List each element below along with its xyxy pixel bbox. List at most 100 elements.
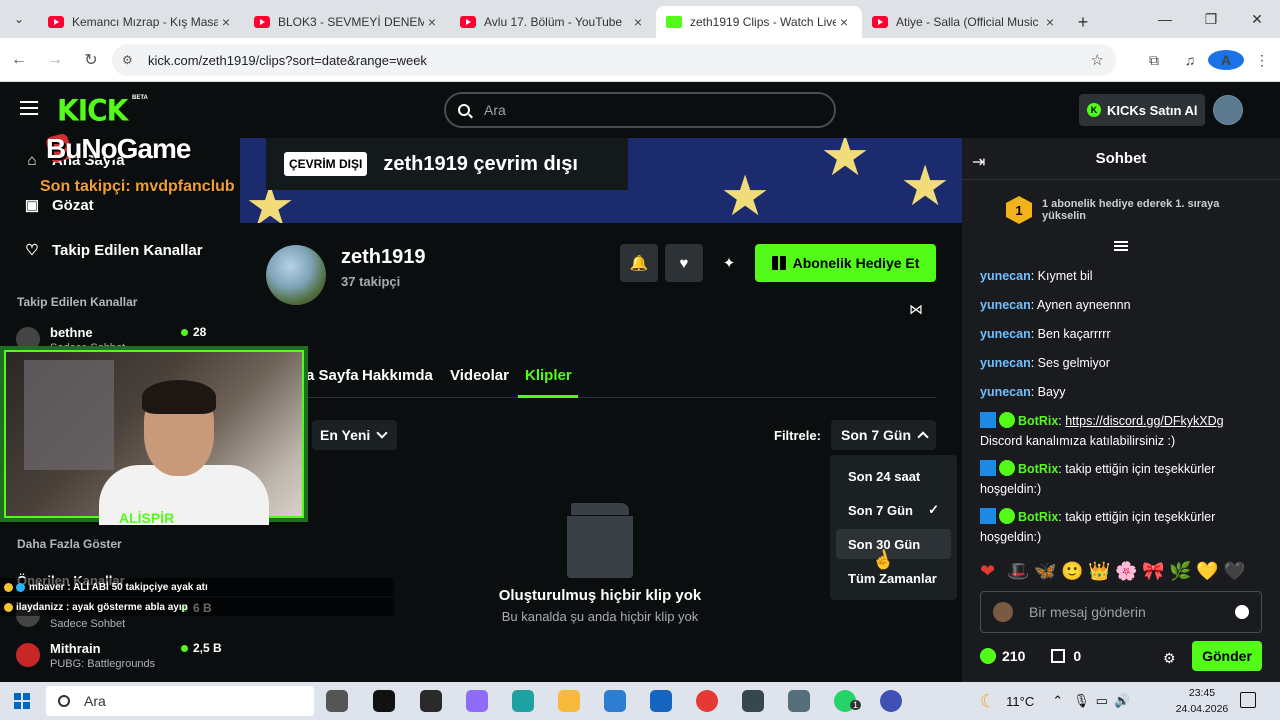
show-more-link[interactable]: Daha Fazla Göster — [17, 537, 122, 551]
filter-option-7d[interactable]: Son 7 Gün ✓ — [836, 495, 951, 525]
hamburger-menu-icon[interactable] — [20, 101, 38, 115]
forward-icon[interactable]: → — [38, 43, 72, 77]
share-icon[interactable]: ⋈ — [909, 301, 923, 318]
edge-icon[interactable] — [512, 690, 534, 712]
chat-message-input[interactable]: Bir mesaj gönderin — [980, 591, 1262, 633]
volume-icon[interactable]: 🔊 — [1114, 693, 1130, 709]
new-tab-button[interactable]: + — [1068, 6, 1098, 38]
emote-button[interactable]: 🎩 — [1007, 561, 1034, 582]
tab-about[interactable]: Hakkımda — [362, 367, 433, 384]
tab-search-chevron-icon[interactable]: ⌄ — [0, 0, 38, 38]
notification-bell-button[interactable]: 🔔 — [620, 244, 658, 282]
sidebar-channel[interactable]: Mithrain PUBG: Battlegrounds 2,5 B — [16, 641, 222, 670]
copilot-icon[interactable] — [466, 690, 488, 712]
browser-tab[interactable]: Avlu 17. Bölüm - YouTube × — [450, 6, 656, 38]
browser-tab[interactable]: BLOK3 - SEVMEYİ DENEMEDİN × — [244, 6, 450, 38]
user-avatar[interactable] — [1213, 95, 1243, 125]
tab-clips[interactable]: Klipler — [525, 367, 572, 384]
sparkle-button[interactable]: ✦ — [710, 244, 748, 282]
close-icon[interactable]: × — [218, 14, 234, 30]
media-icon[interactable]: ♫ — [1172, 52, 1208, 68]
buy-kicks-button[interactable]: K KICKs Satın Al — [1079, 94, 1205, 126]
emote-button[interactable]: 🦋 — [1034, 561, 1061, 582]
clock-app-icon[interactable] — [742, 690, 764, 712]
emoji-picker-icon[interactable] — [1235, 605, 1249, 619]
restore-icon[interactable]: ❐ — [1188, 0, 1234, 38]
follow-button[interactable]: ♥ — [665, 244, 703, 282]
outlook-icon[interactable] — [650, 690, 672, 712]
chrome-icon[interactable] — [696, 690, 718, 712]
emote-button[interactable]: 🌸 — [1115, 561, 1142, 582]
clock[interactable]: 23:45 24.04.2026 — [1174, 685, 1230, 717]
chat-message: BotRix: takip ettiğin için teşekkürler h… — [980, 460, 1216, 496]
emote-button[interactable]: 🎀 — [1142, 561, 1169, 582]
calculator-icon[interactable] — [788, 690, 810, 712]
tray-chevron-icon[interactable]: ⌃ — [1052, 693, 1063, 709]
close-icon[interactable]: × — [630, 14, 646, 30]
emote-button[interactable]: 🖤 — [1223, 561, 1250, 582]
emote-button[interactable]: 👑 — [1088, 561, 1115, 582]
user-badge-icon — [993, 602, 1013, 622]
network-icon[interactable]: ▭ — [1096, 693, 1108, 709]
viewer-count: 2,5 B — [181, 641, 222, 655]
emote-button[interactable]: 🙂 — [1061, 561, 1088, 582]
sidebar-item-following[interactable]: ♡ Takip Edilen Kanallar — [22, 240, 202, 260]
back-icon[interactable]: ← — [2, 43, 36, 77]
discord-link[interactable]: https://discord.gg/DFkykXDg — [1065, 414, 1223, 428]
browser-tab[interactable]: Kemancı Mızrap - Kış Masalı × — [38, 6, 244, 38]
follower-count: 37 takipçi — [341, 274, 401, 289]
search-input[interactable]: Ara — [444, 92, 836, 128]
close-icon[interactable]: × — [424, 14, 440, 30]
lootbox-icon[interactable] — [1051, 649, 1066, 663]
filter-dropdown[interactable]: Son 7 Gün — [831, 420, 936, 450]
epic-games-icon[interactable] — [420, 690, 442, 712]
offline-badge: ÇEVRİM DIŞI — [284, 152, 368, 176]
filter-option-30d[interactable]: Son 30 Gün — [836, 529, 951, 559]
gift-subscription-button[interactable]: Abonelik Hediye Et — [755, 244, 936, 282]
heart-icon: ♡ — [25, 242, 39, 259]
gear-icon[interactable]: ⚙ — [1163, 650, 1176, 667]
browser-tab[interactable]: Atiye - Salla (Official Music Video) × — [862, 6, 1068, 38]
channel-points-icon[interactable] — [980, 648, 996, 664]
menu-icon[interactable]: ⋮ — [1244, 52, 1280, 69]
microphone-icon[interactable]: 🎙 — [1073, 693, 1090, 709]
reload-icon[interactable]: ↻ — [74, 43, 108, 77]
bookmark-star-icon[interactable]: ☆ — [1091, 51, 1104, 69]
close-icon[interactable]: × — [836, 14, 852, 30]
url-field[interactable]: ⚙ kick.com/zeth1919/clips?sort=date&rang… — [112, 44, 1116, 76]
gift-leader-banner[interactable]: 1 1 abonelik hediye ederek 1. sıraya yük… — [1006, 196, 1222, 224]
close-icon[interactable]: × — [1042, 14, 1058, 30]
filter-option-24h[interactable]: Son 24 saat — [836, 461, 951, 491]
filter-label: Filtrele: — [774, 428, 821, 443]
emote-button[interactable]: 🌿 — [1169, 561, 1196, 582]
app-icon[interactable] — [880, 690, 902, 712]
store-icon[interactable] — [604, 690, 626, 712]
extensions-icon[interactable]: ⧉ — [1136, 52, 1172, 69]
webcam-overlay: ALİSPİR — [0, 346, 308, 526]
browser-tab-active[interactable]: zeth1919 Clips - Watch Live × — [656, 6, 862, 38]
send-button[interactable]: Gönder — [1192, 641, 1262, 671]
weather-moon-icon[interactable]: ☾ — [980, 691, 996, 712]
site-info-icon[interactable]: ⚙ — [122, 53, 140, 67]
sidebar-item-browse[interactable]: ▣ Gözat — [22, 195, 94, 215]
tiktok-icon[interactable] — [373, 690, 395, 712]
os-taskbar: Ara 1 ☾ 11°C ⌃ 🎙 ▭ 🔊 23:45 24.04.2026 — [0, 682, 1280, 720]
minimize-icon[interactable]: — — [1142, 0, 1188, 38]
close-window-icon[interactable]: ✕ — [1234, 0, 1280, 38]
notification-icon[interactable] — [1240, 692, 1256, 708]
windows-start-icon[interactable] — [14, 693, 30, 709]
tab-videos[interactable]: Videolar — [450, 367, 509, 384]
emote-button[interactable]: 💛 — [1196, 561, 1223, 582]
temperature: 11°C — [1006, 693, 1035, 709]
viewer-count: 28 — [181, 325, 206, 339]
emote-button[interactable]: ❤ — [980, 561, 1007, 582]
profile-button[interactable]: A — [1208, 50, 1244, 70]
sort-dropdown[interactable]: En Yeni — [312, 420, 397, 450]
file-explorer-icon[interactable] — [558, 690, 580, 712]
task-view-icon[interactable] — [326, 690, 348, 712]
home-icon: ⌂ — [27, 151, 37, 169]
pinned-list-icon[interactable] — [1114, 241, 1128, 251]
taskbar-search[interactable]: Ara — [46, 686, 314, 716]
overlay-alert: ilaydanizz : ayak gösterme abla ayıp — [0, 598, 394, 616]
kick-logo[interactable]: KICK — [57, 93, 128, 128]
